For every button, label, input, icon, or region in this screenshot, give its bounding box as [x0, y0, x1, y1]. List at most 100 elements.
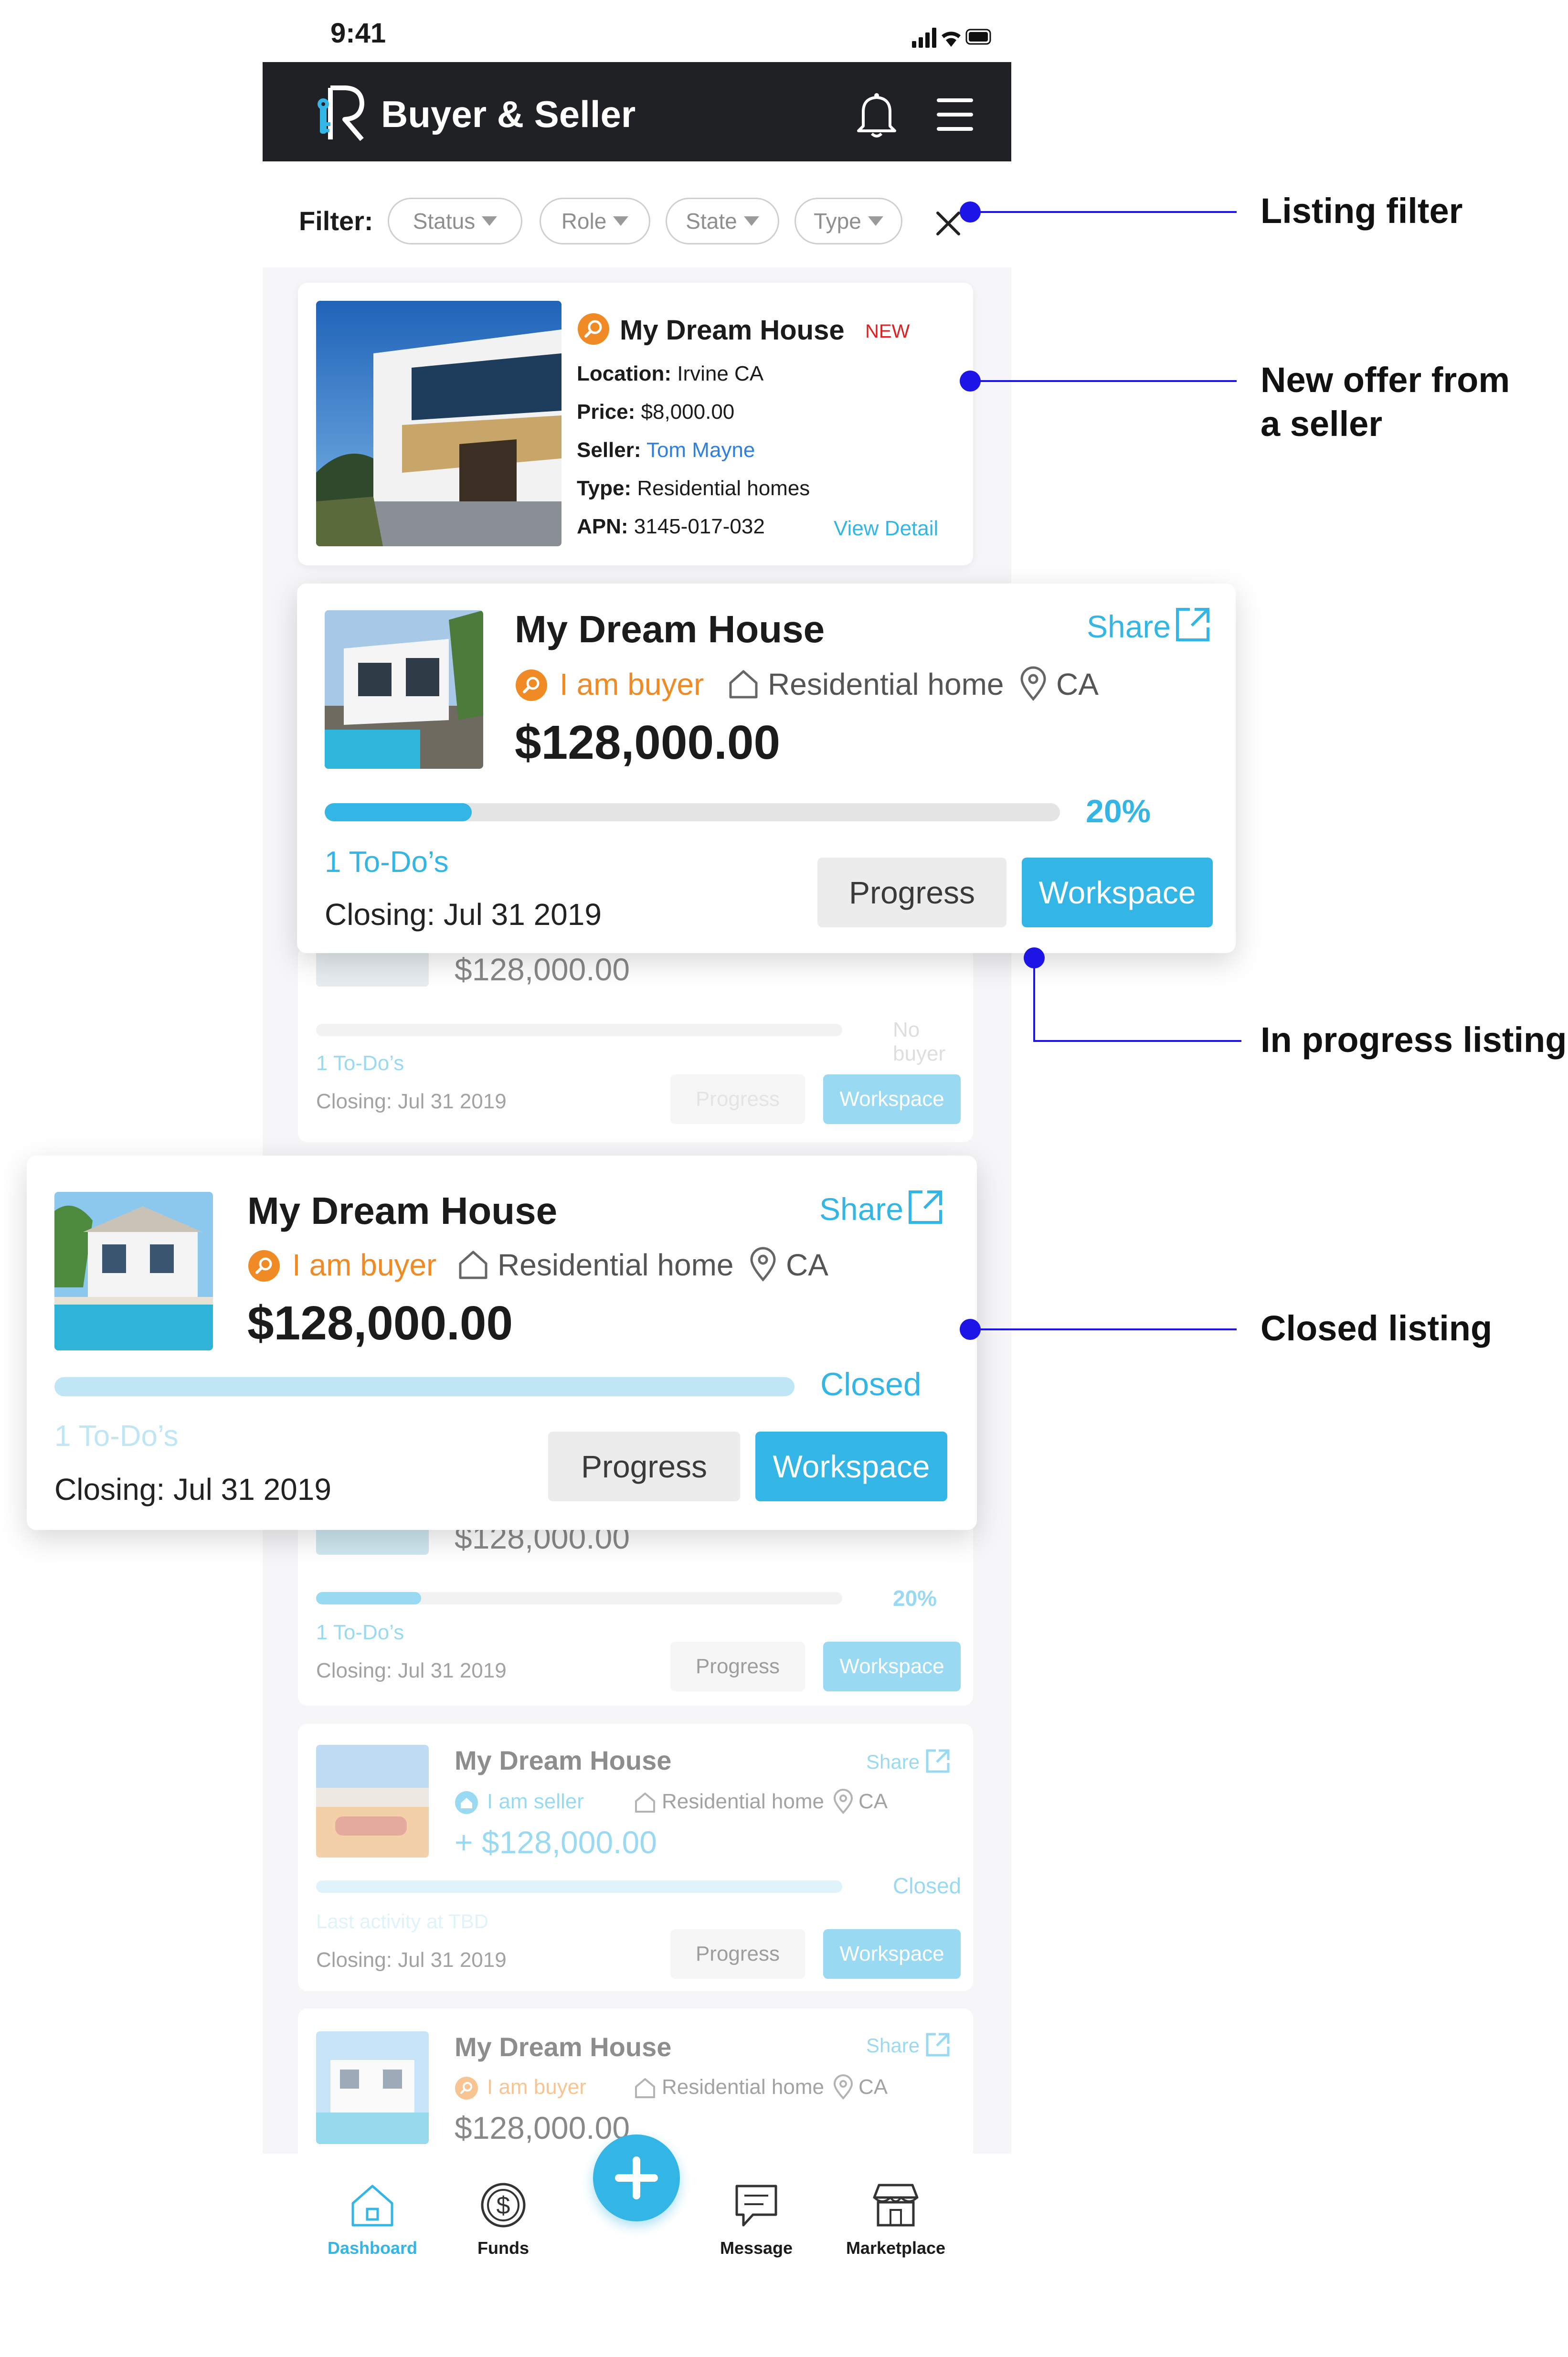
external-link-icon[interactable] [1174, 605, 1212, 644]
chip-label: Type [814, 209, 861, 234]
progress-button[interactable]: Progress [817, 858, 1006, 927]
app-bar: Buyer & Seller [263, 62, 1011, 161]
property-photo [316, 301, 562, 546]
workspace-button[interactable]: Workspace [823, 1074, 961, 1124]
field-label: Type: [577, 477, 632, 500]
bell-icon[interactable] [854, 91, 900, 138]
workspace-button[interactable]: Workspace [823, 1929, 961, 1979]
property-type: Residential home [662, 1790, 824, 1813]
property-photo [316, 2031, 429, 2144]
progress-bar [316, 1024, 842, 1036]
home-icon [351, 2185, 393, 2227]
listing-status: No buyer [893, 1018, 946, 1065]
buyer-role-icon [578, 313, 609, 345]
progress-button[interactable]: Progress [670, 1642, 805, 1691]
share-link[interactable]: Share [866, 1751, 920, 1773]
in-progress-listing-card[interactable]: My Dream House Share I am buyer Resident… [297, 584, 1236, 953]
listing-price: + $128,000.00 [455, 1825, 657, 1860]
filter-chip-role[interactable]: Role [540, 198, 650, 244]
chip-label: Role [561, 209, 607, 234]
offer-card[interactable]: My Dream House NEW Location: Irvine CA P… [298, 283, 973, 565]
menu-icon[interactable] [935, 96, 975, 134]
new-badge: NEW [865, 321, 910, 342]
buyer-role-icon [516, 669, 547, 701]
todos-link[interactable]: 1 To-Do’s [325, 845, 449, 879]
close-icon[interactable] [934, 209, 963, 238]
field-label: Seller: [577, 438, 641, 462]
state-label: CA [786, 1248, 828, 1282]
progress-bar [316, 1592, 842, 1604]
app-logo-icon [318, 85, 364, 141]
callout-new-offer: New offer from a seller [1261, 358, 1510, 446]
tab-funds[interactable]: $ Funds [441, 2181, 565, 2258]
status-bar: 9:41 [263, 11, 1011, 62]
todos-link[interactable]: 1 To-Do’s [316, 1621, 404, 1645]
external-link-icon[interactable] [924, 2031, 951, 2058]
chevron-down-icon [482, 216, 498, 226]
state-label: CA [1056, 667, 1099, 701]
apn-value: 3145-017-032 [634, 515, 765, 538]
role-label: I am buyer [292, 1248, 437, 1282]
callout-dot [960, 1319, 981, 1340]
location-pin-icon [833, 2074, 853, 2100]
listing-title: My Dream House [455, 1745, 672, 1775]
offer-title: My Dream House [620, 315, 845, 346]
home-icon [635, 1793, 655, 1813]
view-detail-link[interactable]: View Detail [834, 517, 938, 541]
tab-message[interactable]: Message [694, 2181, 818, 2258]
listing-price: $128,000.00 [247, 1296, 513, 1350]
filter-chip-status[interactable]: Status [388, 198, 522, 244]
property-photo [316, 1745, 429, 1858]
callout-line [970, 380, 1237, 382]
progress-button[interactable]: Progress [548, 1432, 740, 1501]
tab-label: Funds [477, 2238, 529, 2258]
seller-role-icon [455, 1791, 478, 1814]
workspace-button[interactable]: Workspace [755, 1432, 947, 1501]
filter-chip-type[interactable]: Type [795, 198, 902, 244]
filter-chip-state[interactable]: State [666, 198, 779, 244]
todos-link[interactable]: 1 To-Do’s [54, 1419, 179, 1453]
seller-link[interactable]: Tom Mayne [646, 438, 755, 462]
progress-button[interactable]: Progress [670, 1929, 805, 1979]
progress-fill [316, 1592, 422, 1604]
property-photo [325, 610, 483, 769]
chip-label: State [686, 209, 737, 234]
share-link[interactable]: Share [1087, 608, 1171, 645]
callout-line-2: a seller [1261, 404, 1383, 444]
closing-date: Closing: Jul 31 2019 [316, 1659, 507, 1682]
property-photo [54, 1192, 213, 1350]
svg-text:$: $ [497, 2192, 510, 2219]
listing-card-background: $128,000.00 No buyer 1 To-Do’s Closing: … [298, 946, 973, 1142]
workspace-button[interactable]: Workspace [1022, 858, 1213, 927]
last-activity: Last activity at TBD [316, 1910, 489, 1932]
callout-dot [960, 371, 981, 392]
closing-date: Closing: Jul 31 2019 [325, 897, 602, 932]
todos-link[interactable]: 1 To-Do’s [316, 1051, 404, 1075]
callout-line [1033, 1040, 1241, 1042]
share-link[interactable]: Share [819, 1191, 903, 1227]
listing-title: My Dream House [247, 1189, 558, 1232]
location-value: Irvine CA [677, 362, 764, 385]
property-type: Residential home [662, 2075, 824, 2099]
role-label: I am seller [487, 1790, 584, 1813]
external-link-icon[interactable] [924, 1748, 951, 1774]
progress-percent: 20% [1086, 793, 1151, 829]
price-value: $8,000.00 [641, 400, 735, 424]
listing-title: My Dream House [455, 2032, 672, 2062]
add-button[interactable] [593, 2134, 680, 2221]
workspace-button[interactable]: Workspace [823, 1642, 961, 1691]
tab-dashboard[interactable]: Dashboard [310, 2181, 434, 2258]
progress-button[interactable]: Progress [670, 1074, 805, 1124]
tab-label: Dashboard [327, 2238, 418, 2258]
tab-marketplace[interactable]: Marketplace [834, 2181, 958, 2258]
filter-bar: Filter: Status Role State Type [263, 161, 1011, 267]
closed-listing-card[interactable]: My Dream House Share I am buyer Resident… [27, 1156, 977, 1530]
role-label: I am buyer [487, 2075, 586, 2099]
callout-dot [960, 202, 981, 223]
share-link[interactable]: Share [866, 2034, 920, 2057]
progress-bar [325, 803, 1060, 821]
closing-date: Closing: Jul 31 2019 [316, 1090, 507, 1113]
listing-card-background: $128,000.00 20% 1 To-Do’s Closing: Jul 3… [298, 1515, 973, 1706]
home-icon [729, 670, 758, 699]
external-link-icon[interactable] [906, 1188, 944, 1226]
